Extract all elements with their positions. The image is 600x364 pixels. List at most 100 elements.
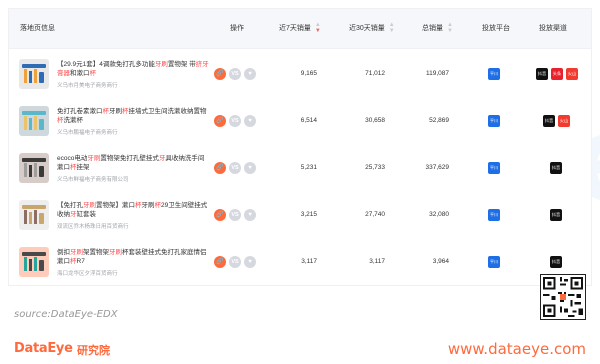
compare-button[interactable]: VS bbox=[229, 256, 241, 268]
product-title[interactable]: 【免打孔牙刷置物架】漱口杯牙刷杯29卫生间壁挂式收纳牙缸套装 bbox=[57, 201, 209, 219]
title-keyword: 牙刷 bbox=[87, 155, 101, 162]
title-text: 倒扣 bbox=[57, 249, 70, 256]
header-total-label: 总销量 bbox=[422, 25, 443, 32]
douyin-badge: 抖音 bbox=[550, 256, 562, 268]
header-channel: 投放渠道 bbox=[539, 25, 567, 32]
compare-button[interactable]: VS bbox=[229, 209, 241, 221]
sales-total: 119,087 bbox=[425, 70, 449, 77]
channel-badges: 抖音 头条 火山 bbox=[536, 68, 596, 80]
table-row[interactable]: 【免打孔牙刷置物架】漱口杯牙刷杯29卫生间壁挂式收纳牙缸套装双流区乔木杨珠日用百… bbox=[9, 192, 591, 238]
title-keyword: 牙刷 bbox=[83, 202, 96, 209]
row-actions: 🔗 VS ♥ bbox=[214, 209, 264, 221]
shop-name: 双流区乔木杨珠日用百货商行 bbox=[57, 224, 129, 230]
title-text: 免打孔卷素漱口 bbox=[57, 108, 103, 115]
title-text: ecoco电动 bbox=[57, 155, 88, 162]
product-thumbnail[interactable] bbox=[19, 106, 49, 136]
platform-badge: 平川 bbox=[488, 115, 500, 127]
title-text: 置物架】漱口 bbox=[96, 202, 135, 209]
sales-total: 337,629 bbox=[425, 164, 450, 171]
platform-badge: 平川 bbox=[488, 162, 500, 174]
title-text: R7 bbox=[76, 258, 85, 265]
title-text: 和漱口 bbox=[70, 70, 90, 77]
link-icon[interactable]: 🔗 bbox=[214, 115, 226, 127]
title-keyword: 牙刷 bbox=[109, 249, 122, 256]
link-icon[interactable]: 🔗 bbox=[214, 256, 226, 268]
landing-page-table: 落地页信息 操作 近7天销量 ▲ ▼ 近30天销量 ▲ ▼ 总销量 ▲ ▼ 投放平台 … bbox=[8, 8, 592, 286]
product-title[interactable]: 免打孔卷素漱口杯牙刷杯挂墙式卫生间洗漱收纳置物杯洗漱杯 bbox=[57, 107, 209, 125]
shop-name: 义乌市鲜福电子商务有限公司 bbox=[57, 177, 129, 183]
table-row[interactable]: 免打孔卷素漱口杯牙刷杯挂墙式卫生间洗漱收纳置物杯洗漱杯 义乌市鹏福电子商务商行 🔗 V… bbox=[9, 98, 591, 144]
title-text: 挂架 bbox=[76, 164, 90, 171]
sort-desc-icon[interactable]: ▲ ▼ bbox=[315, 22, 321, 34]
title-text: 架置物架 bbox=[83, 249, 109, 256]
douyin-badge: 抖音 bbox=[550, 162, 562, 174]
favorite-icon[interactable]: ♥ bbox=[244, 115, 256, 127]
product-title[interactable]: 【29.9元1套】4调款免打孔多功能牙刷置物架 带挤牙膏器和漱口杯 bbox=[57, 60, 209, 78]
product-thumbnail[interactable] bbox=[19, 247, 49, 277]
link-icon[interactable]: 🔗 bbox=[214, 68, 226, 80]
header-total[interactable]: 总销量 ▲ ▼ bbox=[422, 9, 453, 49]
title-keyword: 杯 bbox=[89, 70, 97, 77]
title-text: 挂墙式卫生间洗漱收纳置物 bbox=[128, 108, 207, 115]
link-icon[interactable]: 🔗 bbox=[214, 162, 226, 174]
channel-badges: 抖音 bbox=[536, 209, 596, 221]
sort-icon[interactable]: ▲ ▼ bbox=[389, 22, 395, 34]
product-thumbnail[interactable] bbox=[19, 153, 49, 183]
sales-7d: 3,215 bbox=[300, 211, 317, 218]
header-platform: 投放平台 bbox=[482, 25, 510, 32]
sales-7d: 6,514 bbox=[300, 117, 317, 124]
sales-total: 52,869 bbox=[429, 117, 449, 124]
product-thumbnail[interactable] bbox=[19, 200, 49, 230]
title-text: 洗漱杯 bbox=[63, 117, 84, 124]
compare-button[interactable]: VS bbox=[229, 68, 241, 80]
favorite-icon[interactable]: ♥ bbox=[244, 256, 256, 268]
title-keyword: 牙刷 bbox=[70, 249, 83, 256]
favorite-icon[interactable]: ♥ bbox=[244, 68, 256, 80]
platform-badge: 平川 bbox=[488, 68, 500, 80]
huoshan-badge: 火山 bbox=[566, 68, 578, 80]
toutiao-badge: 头条 bbox=[551, 68, 563, 80]
sort-icon[interactable]: ▲ ▼ bbox=[447, 22, 453, 34]
title-text: 【29.9元1套】4调款免打孔多功能 bbox=[57, 61, 155, 68]
title-text: 缸套装 bbox=[76, 211, 97, 218]
header-sales30[interactable]: 近30天销量 ▲ ▼ bbox=[349, 9, 395, 49]
douyin-badge: 抖音 bbox=[550, 209, 562, 221]
shop-name: 海口龙华区夕浮百货商行 bbox=[57, 271, 118, 277]
title-keyword: 牙刷 bbox=[154, 61, 168, 68]
table-header: 落地页信息 操作 近7天销量 ▲ ▼ 近30天销量 ▲ ▼ 总销量 ▲ ▼ 投放平台 … bbox=[9, 9, 591, 49]
website-link[interactable]: www.dataeye.com bbox=[448, 340, 586, 358]
title-text: 【免打孔 bbox=[57, 202, 83, 209]
table-row[interactable]: 【29.9元1套】4调款免打孔多功能牙刷置物架 带挤牙膏器和漱口杯 义乌市月美电子… bbox=[9, 51, 591, 97]
favorite-icon[interactable]: ♥ bbox=[244, 209, 256, 221]
source-note: source:DataEye-EDX bbox=[14, 309, 118, 320]
douyin-badge: 抖音 bbox=[543, 115, 555, 127]
product-thumbnail[interactable] bbox=[19, 59, 49, 89]
table-row[interactable]: ecoco电动牙刷置物架免打孔壁挂式牙具收纳洗手间漱口杯挂架义乌市鲜福电子商务有… bbox=[9, 145, 591, 191]
huoshan-badge: 火山 bbox=[558, 115, 570, 127]
product-title[interactable]: 倒扣牙刷架置物架牙刷杯套装壁挂式免打孔家庭情侣漱口杯R7 bbox=[57, 248, 209, 266]
product-title[interactable]: ecoco电动牙刷置物架免打孔壁挂式牙具收纳洗手间漱口杯挂架 bbox=[57, 154, 209, 172]
sales-7d: 9,165 bbox=[300, 70, 317, 77]
compare-button[interactable]: VS bbox=[229, 115, 241, 127]
douyin-badge: 抖音 bbox=[536, 68, 548, 80]
channel-badges: 抖音 bbox=[536, 256, 596, 268]
header-ops: 操作 bbox=[230, 25, 244, 32]
header-sales7[interactable]: 近7天销量 ▲ ▼ bbox=[279, 9, 321, 49]
qr-code bbox=[540, 274, 586, 320]
brand-logo: DataEye bbox=[14, 341, 73, 356]
sales-30d: 71,012 bbox=[365, 70, 385, 77]
title-text: 置物架免打孔壁挂式 bbox=[100, 155, 159, 162]
link-icon[interactable]: 🔗 bbox=[214, 209, 226, 221]
table-row[interactable]: 倒扣牙刷架置物架牙刷杯套装壁挂式免打孔家庭情侣漱口杯R7 海口龙华区夕浮百货商行 🔗… bbox=[9, 239, 591, 285]
header-info: 落地页信息 bbox=[20, 25, 55, 32]
channel-badges: 抖音 bbox=[536, 162, 596, 174]
favorite-icon[interactable]: ♥ bbox=[244, 162, 256, 174]
row-actions: 🔗 VS ♥ bbox=[214, 68, 264, 80]
title-text: 牙刷 bbox=[109, 108, 122, 115]
sales-total: 3,964 bbox=[432, 258, 449, 265]
sales-7d: 5,231 bbox=[300, 164, 317, 171]
row-actions: 🔗 VS ♥ bbox=[214, 162, 264, 174]
platform-badge: 平川 bbox=[488, 256, 500, 268]
sales-total: 32,080 bbox=[429, 211, 449, 218]
compare-button[interactable]: VS bbox=[229, 162, 241, 174]
